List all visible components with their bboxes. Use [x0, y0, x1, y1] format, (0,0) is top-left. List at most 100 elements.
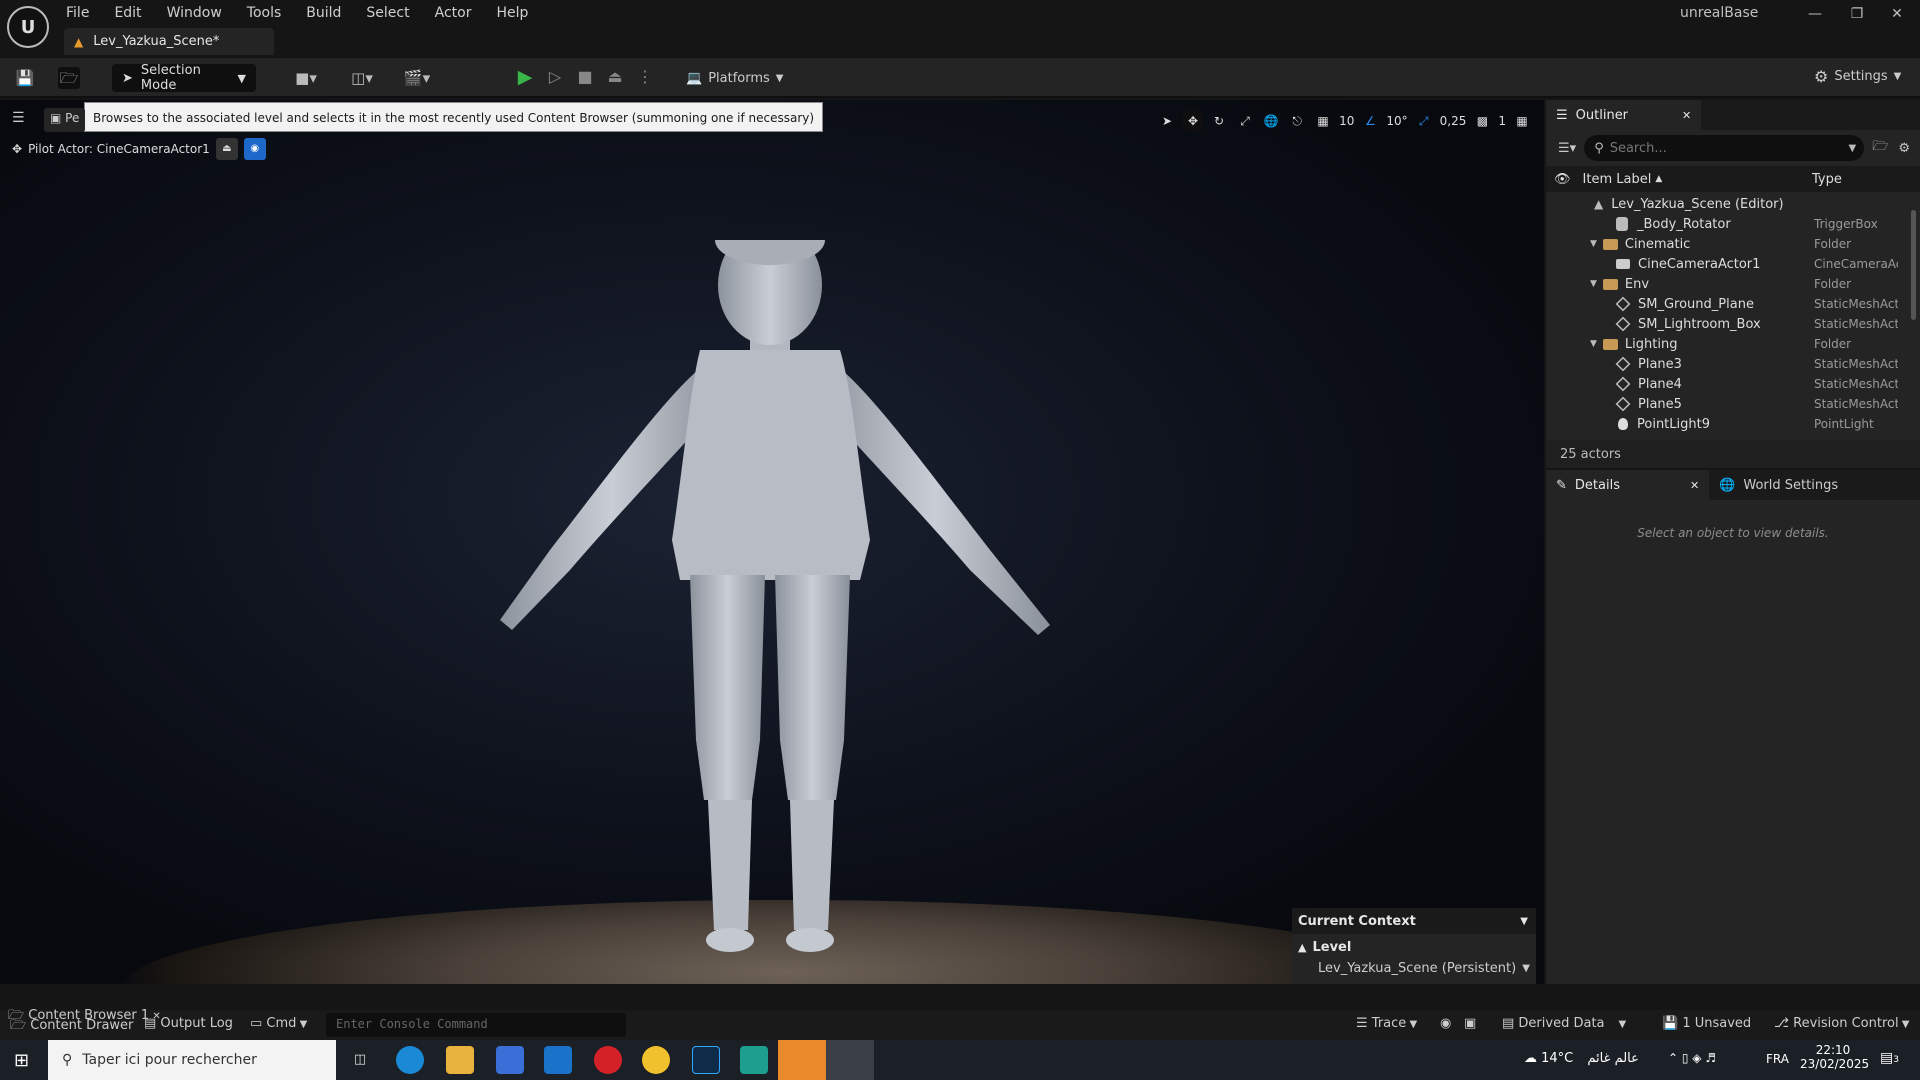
- gear-icon[interactable]: ⚙: [1898, 141, 1910, 156]
- expand-arrow-icon[interactable]: ▼: [1590, 339, 1597, 349]
- chrome-icon[interactable]: [642, 1046, 670, 1074]
- play-icon[interactable]: ▶: [514, 66, 536, 88]
- task-view-icon[interactable]: ◫: [346, 1046, 374, 1074]
- grid-snap-value[interactable]: 10: [1339, 114, 1354, 128]
- notification-icon[interactable]: ▤3: [1880, 1050, 1899, 1066]
- context-level-dropdown[interactable]: Lev_Yazkua_Scene (Persistent) ▼: [1298, 961, 1530, 976]
- list-item[interactable]: Plane3 StaticMeshActo: [1546, 354, 1920, 374]
- language-indicator[interactable]: FRA: [1766, 1052, 1789, 1066]
- menu-build[interactable]: Build: [306, 5, 341, 21]
- unreal-logo-icon[interactable]: U: [7, 6, 49, 48]
- list-item[interactable]: PointLight9 PointLight: [1546, 414, 1920, 434]
- world-space-icon[interactable]: 🌐: [1261, 111, 1281, 131]
- selection-mode-dropdown[interactable]: ➤ Selection Mode ▼: [112, 63, 256, 93]
- perspective-dropdown[interactable]: ▣ Pe: [44, 108, 86, 132]
- trace-dropdown[interactable]: ☰ Trace ▼: [1356, 1016, 1417, 1031]
- minimize-icon[interactable]: —: [1800, 6, 1830, 26]
- settings-dropdown[interactable]: ⚙ Settings ▼: [1814, 67, 1901, 86]
- list-item[interactable]: ▼ Cinematic Folder: [1546, 234, 1920, 254]
- menu-select[interactable]: Select: [366, 5, 409, 21]
- clock[interactable]: 22:10 23/02/2025: [1800, 1043, 1869, 1071]
- list-item[interactable]: ▼ Lighting Folder: [1546, 334, 1920, 354]
- close-icon[interactable]: ✕: [1682, 109, 1691, 122]
- add-folder-icon[interactable]: 🗁: [1872, 137, 1888, 159]
- world-settings-tab[interactable]: 🌐 World Settings: [1709, 470, 1848, 500]
- more-options-icon[interactable]: ⋮: [634, 66, 656, 88]
- close-icon[interactable]: ✕: [1882, 6, 1912, 26]
- details-tab[interactable]: ✎ Details ✕: [1546, 470, 1710, 500]
- camera-speed-value[interactable]: 1: [1498, 114, 1506, 128]
- list-item[interactable]: ▼ Env Folder: [1546, 274, 1920, 294]
- taskbar-search-input[interactable]: ⚲ Taper ici pour rechercher: [48, 1040, 336, 1080]
- maya-icon[interactable]: [740, 1046, 768, 1074]
- list-item[interactable]: Plane5 StaticMeshActo: [1546, 394, 1920, 414]
- blueprint-icon[interactable]: ◫▾: [344, 67, 380, 89]
- list-item[interactable]: CineCameraActor1 CineCameraAc: [1546, 254, 1920, 274]
- close-icon[interactable]: ✕: [1690, 479, 1699, 492]
- level-viewport[interactable]: Browses to the associated level and sele…: [0, 100, 1544, 984]
- select-mode-icon[interactable]: ➤: [1157, 111, 1177, 131]
- unsaved-button[interactable]: 💾 1 Unsaved: [1662, 1016, 1751, 1031]
- save-icon[interactable]: 💾: [14, 67, 36, 89]
- menu-tools[interactable]: Tools: [247, 5, 282, 21]
- angle-snap-value[interactable]: 10°: [1386, 114, 1407, 128]
- menu-file[interactable]: File: [66, 5, 89, 21]
- content-browser-tab[interactable]: 🗁 Content Browser 1 ✕: [8, 1006, 161, 1028]
- record-icon[interactable]: ◉: [1440, 1016, 1451, 1031]
- cmd-dropdown[interactable]: ▭ Cmd ▼: [250, 1016, 307, 1031]
- menu-window[interactable]: Window: [167, 5, 222, 21]
- restore-icon[interactable]: ❐: [1842, 6, 1872, 26]
- unreal-taskbar-icon[interactable]: [826, 1040, 874, 1080]
- list-item[interactable]: _Body_Rotator TriggerBox: [1546, 214, 1920, 234]
- expand-arrow-icon[interactable]: ▼: [1590, 239, 1597, 249]
- advance-frame-icon[interactable]: ▷: [544, 66, 566, 88]
- current-context-header[interactable]: Current Context ▼: [1292, 908, 1536, 934]
- edge-icon[interactable]: [396, 1046, 424, 1074]
- screenshot-icon[interactable]: ▣: [1464, 1016, 1476, 1031]
- outliner-tab[interactable]: ☰ Outliner ✕: [1546, 100, 1702, 130]
- platforms-dropdown[interactable]: 💻 Platforms ▼: [686, 67, 784, 89]
- close-icon[interactable]: ✕: [149, 1011, 160, 1022]
- menu-edit[interactable]: Edit: [114, 5, 141, 21]
- scale-snap-icon[interactable]: ⤢: [1414, 111, 1434, 131]
- opera-icon[interactable]: [594, 1046, 622, 1074]
- expand-arrow-icon[interactable]: ▼: [1590, 279, 1597, 289]
- surface-snap-icon[interactable]: ⎋: [1287, 111, 1307, 131]
- browse-content-icon[interactable]: 🗁: [58, 67, 80, 89]
- list-item[interactable]: ▲ Lev_Yazkua_Scene (Editor): [1546, 194, 1920, 214]
- list-item[interactable]: SM_Lightroom_Box StaticMeshActo: [1546, 314, 1920, 334]
- grid-snap-icon[interactable]: ▦: [1313, 111, 1333, 131]
- eject-icon[interactable]: ⏏: [604, 66, 626, 88]
- stop-icon[interactable]: ■: [574, 66, 596, 88]
- rotate-icon[interactable]: ↻: [1209, 111, 1229, 131]
- store-icon[interactable]: [496, 1046, 524, 1074]
- filter-icon[interactable]: ☰▾: [1558, 141, 1576, 156]
- menu-actor[interactable]: Actor: [435, 5, 472, 21]
- level-tab[interactable]: ▲ Lev_Yazkua_Scene*: [64, 28, 274, 55]
- hamburger-menu-icon[interactable]: ☰: [12, 110, 25, 126]
- item-label-header[interactable]: Item Label: [1583, 172, 1652, 187]
- list-item[interactable]: Plane4 StaticMeshActo: [1546, 374, 1920, 394]
- cinematics-icon[interactable]: 🎬▾: [398, 67, 436, 89]
- translate-icon[interactable]: ✥: [1183, 111, 1204, 131]
- windows-start-icon[interactable]: ⊞: [14, 1050, 29, 1071]
- scale-icon[interactable]: ⤢: [1235, 111, 1255, 131]
- photoshop-icon[interactable]: [692, 1046, 720, 1074]
- outliner-search-input[interactable]: ⚲ Search... ▼: [1584, 135, 1865, 161]
- blender-icon[interactable]: [778, 1040, 826, 1080]
- derived-data-dropdown[interactable]: ▤ Derived Data ▼: [1502, 1016, 1626, 1031]
- revision-control-dropdown[interactable]: ⎇ Revision Control ▼: [1774, 1016, 1909, 1031]
- console-input[interactable]: Enter Console Command: [326, 1013, 626, 1037]
- outlook-icon[interactable]: [544, 1046, 572, 1074]
- list-item[interactable]: SM_Ground_Plane StaticMeshActo: [1546, 294, 1920, 314]
- type-header[interactable]: Type: [1812, 172, 1842, 187]
- eject-pilot-icon[interactable]: ⏏: [215, 138, 238, 160]
- angle-snap-icon[interactable]: ∠: [1360, 111, 1380, 131]
- add-actor-icon[interactable]: ■▾: [288, 67, 324, 89]
- file-explorer-icon[interactable]: [446, 1046, 474, 1074]
- camera-lock-icon[interactable]: ◉: [243, 138, 266, 160]
- camera-speed-icon[interactable]: ▩: [1472, 111, 1492, 131]
- viewport-layout-icon[interactable]: ▦: [1512, 111, 1532, 131]
- weather-widget[interactable]: ☁ 14°C عالم غائم: [1524, 1051, 1639, 1066]
- tray-icons[interactable]: ⌃ ▯ ◈ ♬: [1668, 1051, 1716, 1065]
